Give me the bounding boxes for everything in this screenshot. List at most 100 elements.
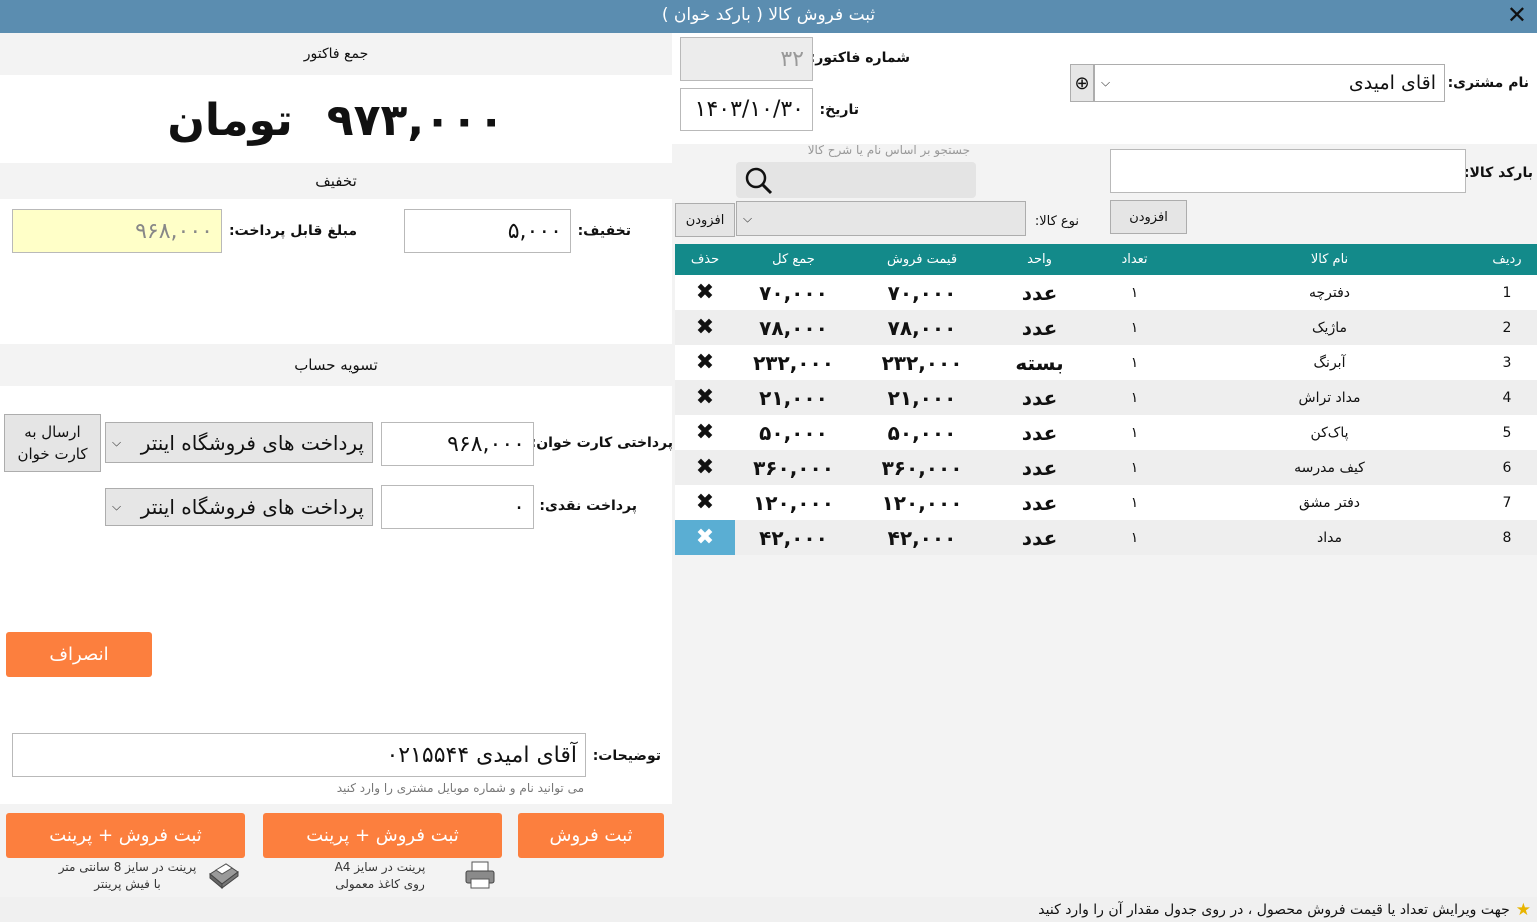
unit-cell: عدد xyxy=(992,415,1087,450)
chevron-down-icon: ⌵ xyxy=(1101,75,1111,90)
cash-payment-input[interactable]: ۰ xyxy=(381,485,534,529)
delete-icon[interactable]: ✖ xyxy=(675,310,735,345)
price-cell[interactable]: ۷۰,۰۰۰ xyxy=(852,275,992,310)
col-delete: حذف xyxy=(675,244,735,275)
price-cell[interactable]: ۷۸,۰۰۰ xyxy=(852,310,992,345)
chevron-down-icon: ⌵ xyxy=(112,435,122,449)
cancel-button[interactable]: انصراف xyxy=(6,632,152,677)
product-type-select[interactable]: ⌵ xyxy=(736,201,1026,236)
quantity-cell[interactable]: ۱ xyxy=(1087,345,1182,380)
product-name: مداد تراش xyxy=(1182,380,1477,415)
unit-cell: بسته xyxy=(992,345,1087,380)
send-to-card-reader-button[interactable]: ارسال به کارت خوان xyxy=(4,414,101,472)
total-cell: ۷۸,۰۰۰ xyxy=(735,310,852,345)
table-row[interactable]: 6 کیف مدرسه ۱ عدد ۳۶۰,۰۰۰ ۳۶۰,۰۰۰ ✖ xyxy=(675,450,1537,485)
cash-payment-label: پرداخت نقدی: xyxy=(539,498,637,514)
date-field[interactable]: ۱۴۰۳/۱۰/۳۰ xyxy=(680,88,813,131)
quantity-cell[interactable]: ۱ xyxy=(1087,380,1182,415)
price-cell[interactable]: ۴۲,۰۰۰ xyxy=(852,520,992,555)
row-number: 7 xyxy=(1477,485,1537,520)
total-cell: ۷۰,۰۰۰ xyxy=(735,275,852,310)
close-icon[interactable]: ✕ xyxy=(1507,2,1527,28)
unit-cell: عدد xyxy=(992,485,1087,520)
quantity-cell[interactable]: ۱ xyxy=(1087,415,1182,450)
status-text: جهت ویرایش تعداد یا قیمت فروش محصول ، در… xyxy=(1038,901,1510,918)
table-row[interactable]: 4 مداد تراش ۱ عدد ۲۱,۰۰۰ ۲۱,۰۰۰ ✖ xyxy=(675,380,1537,415)
discount-value: ۵,۰۰۰ xyxy=(507,218,562,244)
search-hint: جستجو بر اساس نام یا شرح کالا xyxy=(807,143,970,157)
quantity-cell[interactable]: ۱ xyxy=(1087,275,1182,310)
product-type-label: نوع کالا: xyxy=(1034,214,1079,229)
table-row[interactable]: 2 ماژیک ۱ عدد ۷۸,۰۰۰ ۷۸,۰۰۰ ✖ xyxy=(675,310,1537,345)
quantity-cell[interactable]: ۱ xyxy=(1087,450,1182,485)
unit-cell: عدد xyxy=(992,310,1087,345)
barcode-input[interactable] xyxy=(1110,149,1466,193)
save-print-a4-button[interactable]: ثبت فروش + پرینت xyxy=(263,813,502,858)
card-account-select[interactable]: پرداخت های فروشگاه اینتر ⌵ xyxy=(105,422,373,463)
row-number: 5 xyxy=(1477,415,1537,450)
printer-icon xyxy=(465,861,495,889)
products-table: ردیف نام کالا تعداد واحد قیمت فروش جمع ک… xyxy=(675,244,1537,555)
invoice-number-field[interactable]: ۳۲ xyxy=(680,37,813,81)
product-name: کیف مدرسه xyxy=(1182,450,1477,485)
invoice-total-header: جمع فاکتور xyxy=(0,33,672,75)
quantity-cell[interactable]: ۱ xyxy=(1087,520,1182,555)
delete-icon[interactable]: ✖ xyxy=(675,380,735,415)
card-account-value: پرداخت های فروشگاه اینتر xyxy=(140,430,364,455)
invoice-total: ۹۷۳,۰۰۰ تومان xyxy=(0,80,672,160)
col-name: نام کالا xyxy=(1182,244,1477,275)
total-cell: ۱۲۰,۰۰۰ xyxy=(735,485,852,520)
price-cell[interactable]: ۱۲۰,۰۰۰ xyxy=(852,485,992,520)
total-cell: ۳۶۰,۰۰۰ xyxy=(735,450,852,485)
discount-input[interactable]: ۵,۰۰۰ xyxy=(404,209,571,253)
cash-account-select[interactable]: پرداخت های فروشگاه اینتر ⌵ xyxy=(105,488,373,526)
price-cell[interactable]: ۳۶۰,۰۰۰ xyxy=(852,450,992,485)
col-total: جمع کل xyxy=(735,244,852,275)
notes-input[interactable]: آقای امیدی ۰۲۱۵۵۴۴ xyxy=(12,733,586,777)
delete-icon[interactable]: ✖ xyxy=(675,450,735,485)
delete-icon[interactable]: ✖ xyxy=(675,415,735,450)
row-number: 4 xyxy=(1477,380,1537,415)
product-name: پاک‌کن xyxy=(1182,415,1477,450)
quantity-cell[interactable]: ۱ xyxy=(1087,485,1182,520)
card-payment-value: ۹۶۸,۰۰۰ xyxy=(447,431,525,457)
product-name: دفترچه xyxy=(1182,275,1477,310)
quantity-cell[interactable]: ۱ xyxy=(1087,310,1182,345)
row-number: 2 xyxy=(1477,310,1537,345)
row-number: 8 xyxy=(1477,520,1537,555)
save-button[interactable]: ثبت فروش xyxy=(518,813,664,858)
add-customer-icon[interactable]: ⊕ xyxy=(1070,64,1094,102)
receipt-hint-line-1: پرینت در سایز 8 سانتی متر xyxy=(58,860,197,874)
notes-value: آقای امیدی ۰۲۱۵۵۴۴ xyxy=(386,742,577,768)
delete-icon[interactable]: ✖ xyxy=(675,345,735,380)
total-cell: ۲۱,۰۰۰ xyxy=(735,380,852,415)
total-cell: ۴۲,۰۰۰ xyxy=(735,520,852,555)
star-icon: ★ xyxy=(1515,899,1531,920)
price-cell[interactable]: ۲۳۲,۰۰۰ xyxy=(852,345,992,380)
add-product-type-button[interactable]: افزودن xyxy=(675,203,735,237)
discount-label: تخفیف: xyxy=(577,223,631,239)
table-row[interactable]: 8 مداد ۱ عدد ۴۲,۰۰۰ ۴۲,۰۰۰ ✖ xyxy=(675,520,1537,555)
customer-select[interactable]: اقای امیدی ⌵ xyxy=(1094,64,1445,102)
table-row[interactable]: 5 پاک‌کن ۱ عدد ۵۰,۰۰۰ ۵۰,۰۰۰ ✖ xyxy=(675,415,1537,450)
table-row[interactable]: 7 دفتر مشق ۱ عدد ۱۲۰,۰۰۰ ۱۲۰,۰۰۰ ✖ xyxy=(675,485,1537,520)
card-payment-input[interactable]: ۹۶۸,۰۰۰ xyxy=(381,422,534,466)
price-cell[interactable]: ۲۱,۰۰۰ xyxy=(852,380,992,415)
a4-print-hint: پرینت در سایز A4 روی کاغذ معمولی xyxy=(290,859,470,893)
add-barcode-button[interactable]: افزودن xyxy=(1110,200,1187,234)
search-icon[interactable] xyxy=(744,166,774,196)
delete-icon[interactable]: ✖ xyxy=(675,485,735,520)
search-field[interactable] xyxy=(736,162,976,198)
total-cell: ۲۳۲,۰۰۰ xyxy=(735,345,852,380)
price-cell[interactable]: ۵۰,۰۰۰ xyxy=(852,415,992,450)
discount-header: تخفیف xyxy=(0,163,672,199)
notes-hint: می توانید نام و شماره موبایل مشتری را وا… xyxy=(336,781,584,795)
table-row[interactable]: 1 دفترچه ۱ عدد ۷۰,۰۰۰ ۷۰,۰۰۰ ✖ xyxy=(675,275,1537,310)
product-name: دفتر مشق xyxy=(1182,485,1477,520)
a4-hint-line-1: پرینت در سایز A4 xyxy=(334,860,426,874)
delete-icon[interactable]: ✖ xyxy=(675,520,735,555)
table-row[interactable]: 3 آبرنگ ۱ بسته ۲۳۲,۰۰۰ ۲۳۲,۰۰۰ ✖ xyxy=(675,345,1537,380)
col-qty: تعداد xyxy=(1087,244,1182,275)
save-print-receipt-button[interactable]: ثبت فروش + پرینت xyxy=(6,813,245,858)
delete-icon[interactable]: ✖ xyxy=(675,275,735,310)
